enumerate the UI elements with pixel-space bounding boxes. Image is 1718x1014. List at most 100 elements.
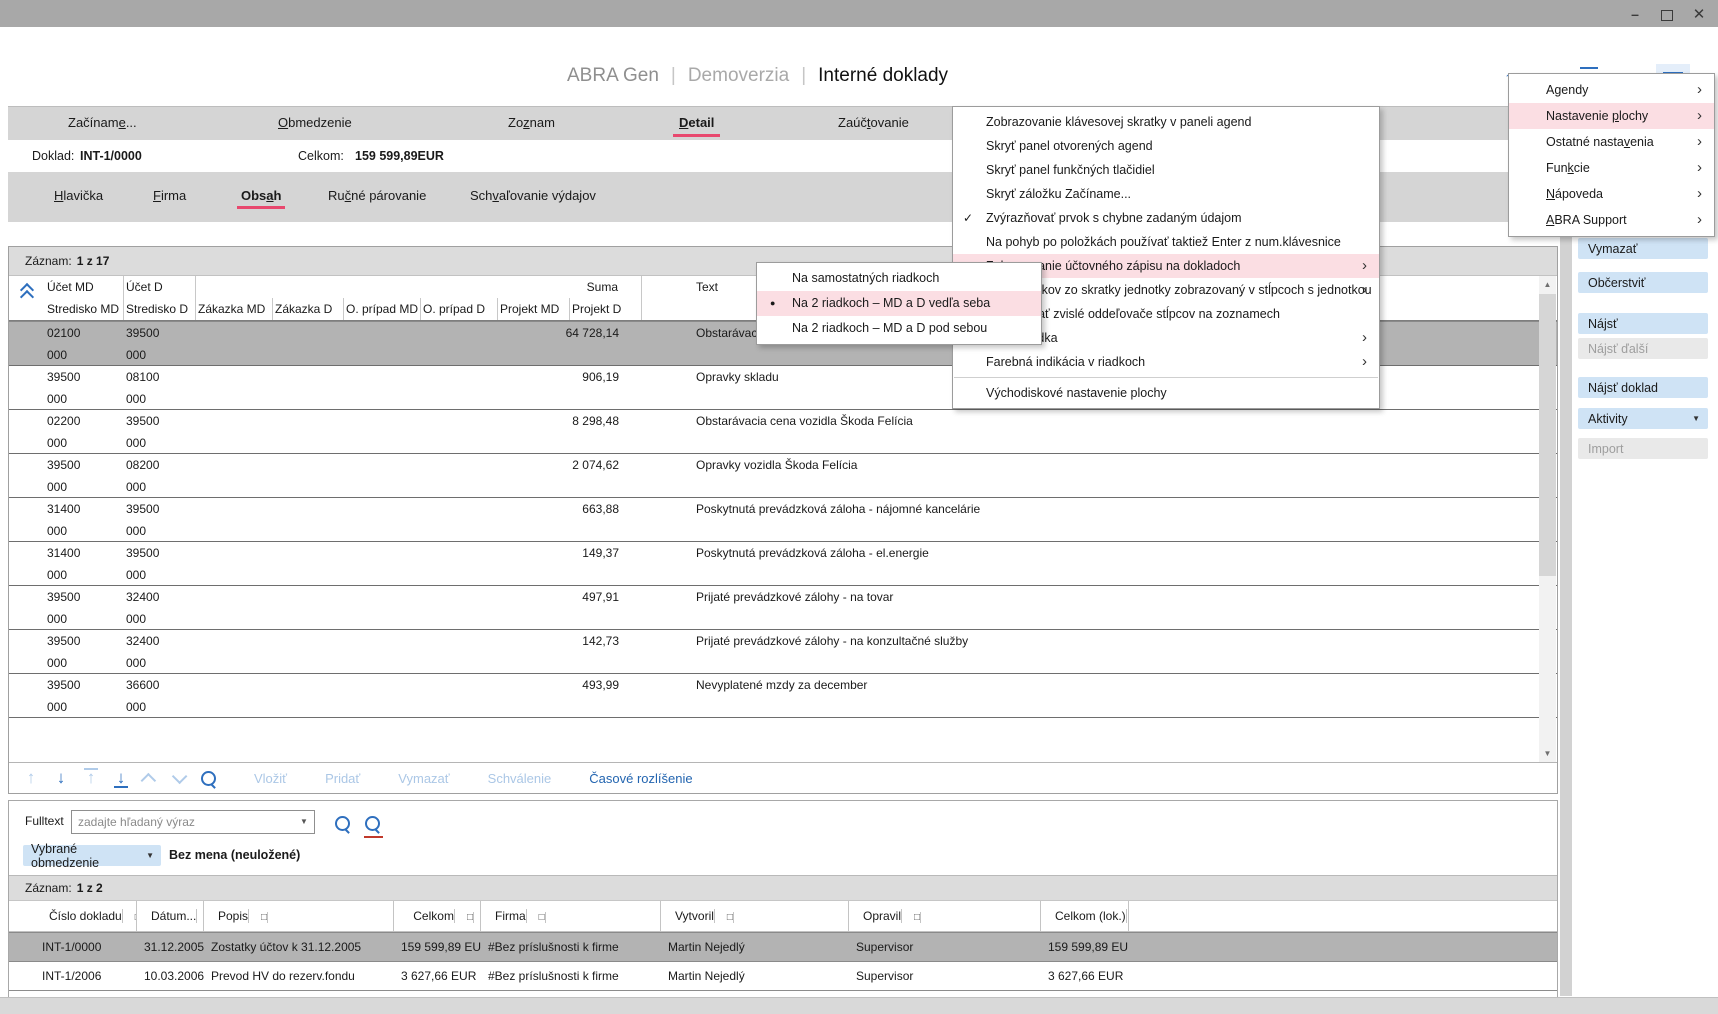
najst-doklad-button[interactable]: Nájsť doklad [1578,377,1708,398]
menu-item[interactable]: Na 2 riadkoch – MD a D pod sebou [757,316,1041,341]
submenu-arrow-icon: › [1697,181,1702,207]
menu-item[interactable]: Na pohyb po položkách používať taktiež E… [953,230,1379,254]
col-stredisko-md[interactable]: Stredisko MD [45,298,124,320]
scrollbar-thumb[interactable] [1539,294,1556,576]
tab-zoznam[interactable]: Zoznam [508,115,555,130]
vlozit-button[interactable]: Vložiť [254,771,287,786]
col-zakazka-md[interactable]: Zákazka MD [196,298,273,320]
table-row[interactable]: 3950032400142,73Prijaté prevádzkové zálo… [9,630,1557,674]
column-checkbox-icon[interactable]: □ [460,912,474,923]
table-row[interactable]: 39500082002 074,62Opravky vozidla Škoda … [9,454,1557,498]
najst-dalsi-button[interactable]: Nájsť ďalší [1578,338,1708,359]
tab-detail[interactable]: Detail [679,115,714,130]
collapse-icon[interactable] [141,772,157,788]
col-opripad-d[interactable]: O. prípad D [421,298,498,320]
subtab-schvalovanie[interactable]: Schvaľovanie výdajov [470,188,596,203]
column-checkbox-icon[interactable]: □ [907,912,921,923]
table-row[interactable]: 02200395008 298,48Obstarávacia cena vozi… [9,410,1557,454]
table-row[interactable]: 3140039500149,37Poskytnutá prevádzková z… [9,542,1557,586]
menu-item[interactable]: Zobrazovanie klávesovej skratky v paneli… [953,110,1379,134]
menu-item[interactable]: Skryť panel funkčných tlačidiel [953,158,1379,182]
column-checkbox-icon[interactable]: □ [720,912,734,923]
row-down-icon[interactable]: ↓ [53,768,69,788]
row-to-top-icon[interactable]: ↑ [83,768,99,788]
column-checkbox-icon[interactable]: □ [128,912,137,923]
restore-button[interactable] [1652,0,1682,27]
sort-ascending-icon[interactable] [21,284,33,298]
list-item[interactable]: INT-1/0000 31.12.2005 Zostatky účtov k 3… [9,932,1557,962]
col-celkom-lok[interactable]: Celkom (lok.)□ [1041,901,1129,931]
menu-item-ostatne-nastavenia[interactable]: Ostatné nastavenia› [1509,129,1714,155]
scroll-down-icon[interactable]: ▼ [1539,745,1556,762]
fulltext-search-highlight-icon[interactable] [365,816,380,831]
menu-item-agendy[interactable]: Agendy› [1509,77,1714,103]
combo-dropdown-icon[interactable]: ▼ [294,811,314,831]
scroll-up-icon[interactable]: ▲ [1539,276,1556,293]
subtab-rucne-parovanie[interactable]: Ručné párovanie [328,188,426,203]
table-row[interactable]: 3950032400497,91Prijaté prevádzkové zálo… [9,586,1557,630]
list-item[interactable]: INT-1/2006 10.03.2006 Prevod HV do rezer… [9,962,1557,991]
schvalenie-button[interactable]: Schválenie [488,771,552,786]
menu-item[interactable]: Farebná indikácia v riadkoch› [953,350,1379,374]
col-cislo-dokladu[interactable]: Číslo dokladu□ [35,901,137,931]
menu-item[interactable]: Skryť panel otvorených agend [953,134,1379,158]
close-button[interactable]: ✕ [1684,0,1714,27]
col-oprippad-md[interactable]: O. prípad MD [344,298,421,320]
column-checkbox-icon[interactable]: □ [254,912,268,923]
tab-zaciname[interactable]: Začíname... [68,115,137,130]
vymazat-row-button[interactable]: Vymazať [398,771,449,786]
table-row[interactable]: 3950036600493,99Nevyplatené mzdy za dece… [9,674,1557,718]
fulltext-search-icon[interactable] [335,816,350,831]
menu-item[interactable]: Skryť záložku Začíname... [953,182,1379,206]
menu-item-funkcie[interactable]: Funkcie› [1509,155,1714,181]
vymazat-button[interactable]: Vymazať [1578,238,1708,259]
table-row[interactable]: 3140039500663,88Poskytnutá prevádzková z… [9,498,1557,542]
menu-item[interactable]: Na samostatných riadkoch [757,266,1041,291]
col-stredisko-d[interactable]: Stredisko D [124,298,196,320]
suma: 663,88 [196,502,642,516]
hits-table-header: Číslo dokladu□ Dátum...□ Popis□ Celkom□ … [9,901,1557,932]
column-checkbox-icon[interactable]: □ [532,912,546,923]
menu-item-nastavenie-plochy[interactable]: Nastavenie plochy› [1509,103,1714,129]
col-opravil[interactable]: Opravil□ [849,901,1041,931]
col-ucet-d[interactable]: Účet D [124,276,196,298]
minimize-button[interactable]: – [1620,0,1650,27]
detail-scrollbar[interactable]: ▲ ▼ [1539,276,1556,762]
subtab-firma[interactable]: Firma [153,188,186,203]
expand-icon[interactable] [172,768,188,784]
col-datum[interactable]: Dátum...□ [137,901,204,931]
menu-item-selected[interactable]: ●Na 2 riadkoch – MD a D vedľa seba [757,291,1041,316]
col-projekt-d[interactable]: Projekt D [570,298,642,320]
col-firma[interactable]: Firma□ [481,901,661,931]
obcerstvit-button[interactable]: Občerstviť [1578,272,1708,293]
vybrane-obmedzenie-button[interactable]: Vybrané obmedzenie ▼ [23,845,161,866]
pridat-button[interactable]: Pridať [325,771,360,786]
row-up-icon[interactable]: ↑ [23,768,39,788]
col-suma[interactable]: Suma [196,276,642,298]
col-celkom[interactable]: Celkom□ [394,901,481,931]
col-zakazka-d[interactable]: Zákazka D [273,298,344,320]
aktivity-button[interactable]: Aktivity▼ [1578,408,1708,429]
celkom: 159 599,89 EUR [394,940,481,954]
import-button[interactable]: Import [1578,438,1708,459]
col-ucet-md[interactable]: Účet MD [45,276,124,298]
record-counter-value: 1 z 2 [77,881,103,895]
menu-item-checked[interactable]: ✓Zvýrazňovať prvok s chybne zadaným údaj… [953,206,1379,230]
menu-item-napoveda[interactable]: Nápoveda› [1509,181,1714,207]
fulltext-input[interactable] [76,812,290,832]
col-projekt-md[interactable]: Projekt MD [498,298,570,320]
suma: 493,99 [196,678,642,692]
row-to-bottom-icon[interactable]: ↓ [113,768,129,788]
col-vytvoril[interactable]: Vytvoril□ [661,901,849,931]
casove-rozlisenie-button[interactable]: Časové rozlíšenie [589,771,692,786]
tab-obmedzenie[interactable]: Obmedzenie [278,115,352,130]
search-icon[interactable] [201,771,216,786]
tab-zauctovanie[interactable]: Zaúčtovanie [838,115,909,130]
label: ABRA Support [1546,213,1627,227]
menu-item-abra-support[interactable]: ABRA Support› [1509,207,1714,233]
subtab-obsah[interactable]: Obsah [241,188,281,203]
subtab-hlavicka[interactable]: Hlavička [54,188,103,203]
col-popis[interactable]: Popis□ [204,901,394,931]
menu-item[interactable]: Východiskové nastavenie plochy [953,381,1379,405]
najst-button[interactable]: Nájsť [1578,313,1708,334]
